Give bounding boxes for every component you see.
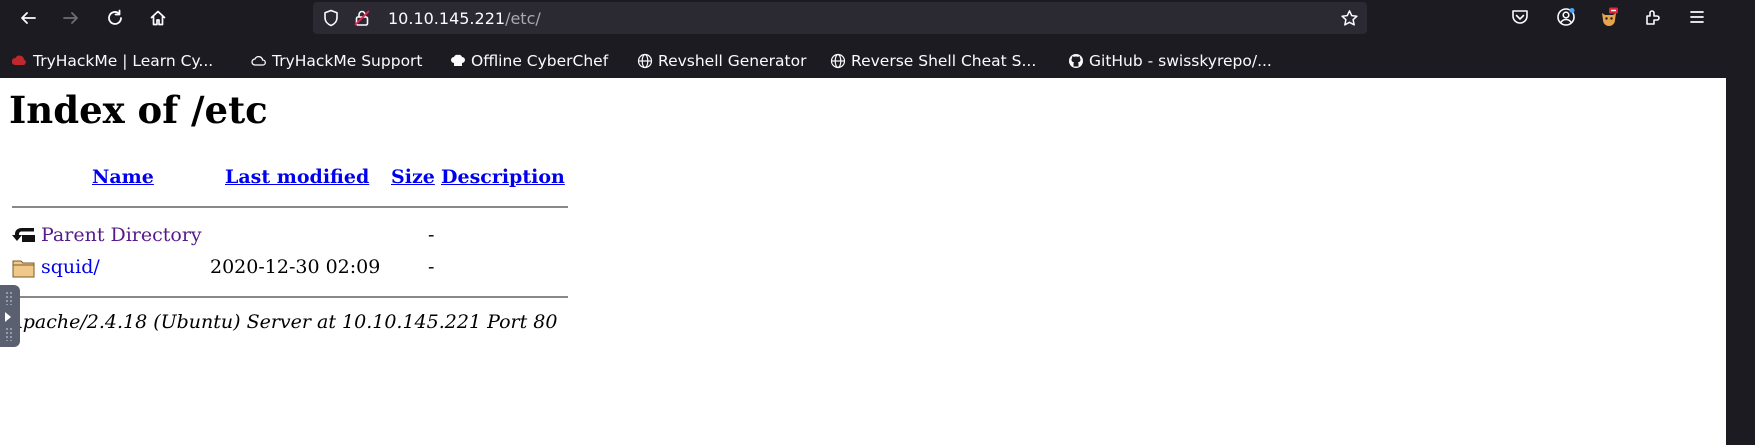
bookmark-label: GitHub - swisskyrepo/...: [1089, 52, 1272, 70]
tryhackme-icon: [12, 55, 26, 65]
sidebar-toggle-handle[interactable]: [0, 285, 20, 347]
bookmark-reverse-shell-cheat[interactable]: Reverse Shell Cheat S...: [830, 51, 1036, 71]
bookmark-label: Reverse Shell Cheat S...: [851, 52, 1037, 70]
header-divider: [12, 206, 568, 208]
browser-toolbar: 10.10.145.221/etc/: [0, 0, 1755, 36]
bookmark-tryhackme-support[interactable]: TryHackMe Support: [251, 51, 423, 71]
shield-icon[interactable]: [322, 9, 340, 27]
bookmark-label: TryHackMe | Learn Cy...: [33, 52, 214, 70]
column-header-size[interactable]: Size: [391, 166, 435, 188]
window-edge: [1726, 78, 1755, 445]
extensions-icon[interactable]: [1642, 6, 1664, 28]
page-content: Index of /etc Name Last modified Size De…: [0, 78, 1726, 445]
bookmark-label: Revshell Generator: [658, 52, 807, 70]
row-size: -: [428, 224, 435, 246]
globe-icon: [830, 53, 846, 69]
cloud-icon: [251, 55, 266, 66]
account-icon[interactable]: [1555, 6, 1577, 28]
globe-icon: [637, 53, 653, 69]
column-header-description[interactable]: Description: [441, 166, 565, 188]
pocket-icon[interactable]: [1509, 6, 1531, 28]
drag-grip-icon: [5, 327, 13, 341]
folder-icon: [12, 260, 35, 278]
expand-arrow-icon: [5, 312, 11, 322]
column-header-name[interactable]: Name: [92, 166, 154, 188]
url-host: 10.10.145.221: [388, 9, 506, 28]
url-text[interactable]: 10.10.145.221/etc/: [388, 10, 541, 28]
menu-icon[interactable]: [1686, 6, 1708, 28]
bookmark-tryhackme[interactable]: TryHackMe | Learn Cy...: [12, 51, 213, 71]
url-path: /etc/: [505, 9, 541, 28]
server-signature: Apache/2.4.18 (Ubuntu) Server at 10.10.1…: [9, 311, 558, 333]
home-icon[interactable]: [144, 4, 172, 32]
forward-arrow-icon[interactable]: [57, 4, 85, 32]
back-folder-icon: [12, 228, 35, 242]
reload-icon[interactable]: [101, 4, 129, 32]
github-icon: [1069, 54, 1083, 68]
bookmark-github[interactable]: GitHub - swisskyrepo/...: [1068, 51, 1272, 71]
bookmark-star-icon[interactable]: [1340, 9, 1359, 28]
row-modified: 2020-12-30 02:09: [210, 256, 381, 278]
footer-divider: [12, 296, 568, 298]
bookmark-label: Offline CyberChef: [471, 52, 609, 70]
column-header-last-modified[interactable]: Last modified: [225, 166, 369, 188]
drag-grip-icon: [5, 291, 13, 305]
bookmark-revshell-generator[interactable]: Revshell Generator: [637, 51, 806, 71]
parent-directory-link[interactable]: Parent Directory: [41, 224, 202, 246]
url-bar[interactable]: 10.10.145.221/etc/: [313, 2, 1367, 34]
extension-fox-icon[interactable]: [1598, 6, 1620, 28]
bookmark-label: TryHackMe Support: [272, 52, 423, 70]
chef-hat-icon: [451, 54, 465, 66]
bookmarks-toolbar: TryHackMe | Learn Cy... TryHackMe Suppor…: [0, 44, 1755, 78]
back-arrow-icon[interactable]: [14, 4, 42, 32]
insecure-lock-icon[interactable]: [353, 9, 371, 27]
squid-folder-link[interactable]: squid/: [41, 256, 100, 278]
page-title: Index of /etc: [9, 88, 268, 132]
row-size: -: [428, 256, 435, 278]
bookmark-cyberchef[interactable]: Offline CyberChef: [450, 51, 608, 71]
